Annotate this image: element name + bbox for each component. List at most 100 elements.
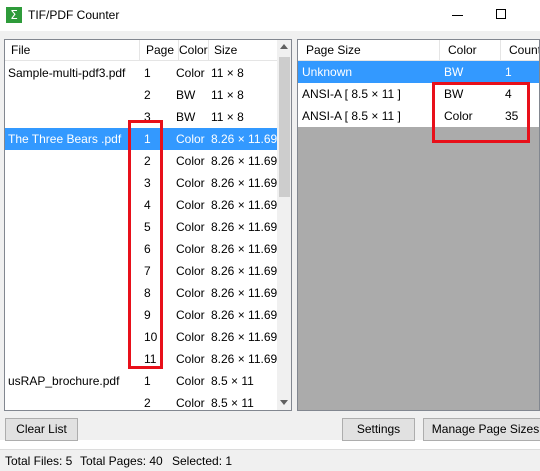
cell-page-number: 1 [144,374,151,388]
cell-count: 4 [505,87,512,101]
file-list-row[interactable]: 7 Color 8.26 × 11.69 [5,260,277,282]
column-header-color[interactable]: Color [440,40,501,61]
cell-color-mode: Color [444,109,473,123]
cell-page-size: 8.26 × 11.69 [211,352,278,366]
clear-list-button[interactable]: Clear List [5,418,78,441]
file-list-row[interactable]: 2 Color 8.5 × 11 [5,392,277,410]
cell-color-mode: Color [176,308,205,322]
file-list-row[interactable]: 3 Color 8.26 × 11.69 [5,172,277,194]
window-title: TIF/PDF Counter [28,8,120,22]
column-header-page-size[interactable]: Page Size [298,40,440,61]
status-total-pages: Total Pages: 40 [80,454,163,468]
cell-color-mode: Color [176,176,205,190]
cell-page-size: 8.26 × 11.69 [211,308,278,322]
cell-size-name: ANSI-A [ 8.5 × 11 ] [302,109,401,123]
status-total-files: Total Files: 5 [5,454,73,468]
page-size-row[interactable]: Unknown BW 1 [298,61,539,83]
cell-page-number: 6 [144,242,151,256]
cell-color-mode: Color [176,132,205,146]
page-size-row[interactable]: ANSI-A [ 8.5 × 11 ] BW 4 [298,83,539,105]
cell-page-number: 8 [144,286,151,300]
file-list-row[interactable]: 3 BW 11 × 8 [5,106,277,128]
file-list-row[interactable]: 2 BW 11 × 8 [5,84,277,106]
cell-color-mode: Color [176,330,205,344]
file-list-row[interactable]: 2 Color 8.26 × 11.69 [5,150,277,172]
cell-page-number: 9 [144,308,151,322]
cell-color-mode: Color [176,396,205,410]
cell-page-number: 4 [144,198,151,212]
cell-page-size: 8.26 × 11.69 [211,286,278,300]
cell-color-mode: BW [444,87,464,101]
scroll-thumb[interactable] [279,57,290,197]
cell-file-name: The Three Bears .pdf [8,132,122,146]
maximize-icon[interactable] [496,9,506,19]
settings-button[interactable]: Settings [342,418,415,441]
file-list-row[interactable]: 5 Color 8.26 × 11.69 [5,216,277,238]
cell-page-size: 8.26 × 11.69 [211,264,278,278]
file-list-header: File Page Color Size [5,40,291,61]
file-list-row[interactable]: 6 Color 8.26 × 11.69 [5,238,277,260]
cell-page-size: 8.26 × 11.69 [211,176,278,190]
cell-count: 1 [505,65,512,79]
cell-page-size: 8.5 × 11 [211,396,254,410]
cell-page-number: 2 [144,88,151,102]
cell-page-number: 3 [144,110,151,124]
cell-color-mode: Color [176,66,205,80]
file-list[interactable]: File Page Color Size Sample-multi-pdf3.p… [4,39,292,411]
cell-page-size: 11 × 8 [211,110,244,124]
cell-page-size: 8.26 × 11.69 [211,330,278,344]
column-header-size[interactable]: Size [208,40,278,61]
cell-page-size: 11 × 8 [211,88,244,102]
page-size-list-rows: Unknown BW 1 ANSI-A [ 8.5 × 11 ] BW 4 ANSI-A [… [298,61,539,127]
page-size-list-header: Page Size Color Count [298,40,539,61]
cell-color-mode: BW [176,110,196,124]
file-list-rows: Sample-multi-pdf3.pdf 1 Color 11 × 8 2 BW 11 ×… [5,62,277,410]
app-sigma-icon: Σ [6,7,22,23]
cell-color-mode: Color [176,374,205,388]
cell-color-mode: Color [176,286,205,300]
cell-page-size: 8.26 × 11.69 [211,198,278,212]
file-list-row[interactable]: usRAP_brochure.pdf 1 Color 8.5 × 11 [5,370,277,392]
cell-size-name: Unknown [302,65,353,79]
manage-page-sizes-button[interactable]: Manage Page Sizes [423,418,540,441]
file-list-scrollbar[interactable] [277,40,291,410]
cell-page-number: 7 [144,264,151,278]
column-header-count[interactable]: Count [501,40,539,61]
page-size-row[interactable]: ANSI-A [ 8.5 × 11 ] Color 35 [298,105,539,127]
file-list-row[interactable]: 11 Color 8.26 × 11.69 [5,348,277,370]
file-list-row[interactable]: 9 Color 8.26 × 11.69 [5,304,277,326]
status-selected: Selected: 1 [172,454,233,468]
cell-page-number: 2 [144,154,151,168]
file-list-row[interactable]: 8 Color 8.26 × 11.69 [5,282,277,304]
cell-file-name: Sample-multi-pdf3.pdf [8,66,126,80]
scroll-up-arrow-icon[interactable] [280,44,288,49]
cell-page-number: 1 [144,132,151,146]
cell-page-number: 2 [144,396,151,410]
cell-page-number: 11 [144,352,157,366]
column-header-color[interactable]: Color [173,40,209,61]
cell-page-size: 8.26 × 11.69 [211,154,278,168]
cell-color-mode: Color [176,154,205,168]
title-bar: Σ TIF/PDF Counter [0,0,540,31]
cell-page-number: 1 [144,66,151,80]
cell-count: 35 [505,109,519,123]
cell-page-number: 5 [144,220,151,234]
minimize-icon[interactable] [450,6,466,22]
cell-color-mode: Color [176,242,205,256]
file-list-row[interactable]: The Three Bears .pdf 1 Color 8.26 × 11.69 [5,128,277,150]
column-header-file[interactable]: File [5,40,140,61]
cell-size-name: ANSI-A [ 8.5 × 11 ] [302,87,401,101]
file-list-row[interactable]: Sample-multi-pdf3.pdf 1 Color 11 × 8 [5,62,277,84]
page-size-list[interactable]: Page Size Color Count Unknown BW 1 ANSI-A [… [297,39,540,411]
file-list-row[interactable]: 4 Color 8.26 × 11.69 [5,194,277,216]
cell-color-mode: Color [176,220,205,234]
file-list-row[interactable]: 10 Color 8.26 × 11.69 [5,326,277,348]
cell-page-size: 8.26 × 11.69 [211,220,278,234]
status-bar: Total Files: 5 Total Pages: 40 Selected:… [0,449,540,471]
cell-page-number: 3 [144,176,151,190]
cell-page-size: 8.26 × 11.69 [211,242,278,256]
scroll-down-arrow-icon[interactable] [280,400,288,405]
cell-page-size: 8.26 × 11.69 [211,132,278,146]
cell-file-name: usRAP_brochure.pdf [8,374,120,388]
cell-color-mode: Color [176,198,205,212]
